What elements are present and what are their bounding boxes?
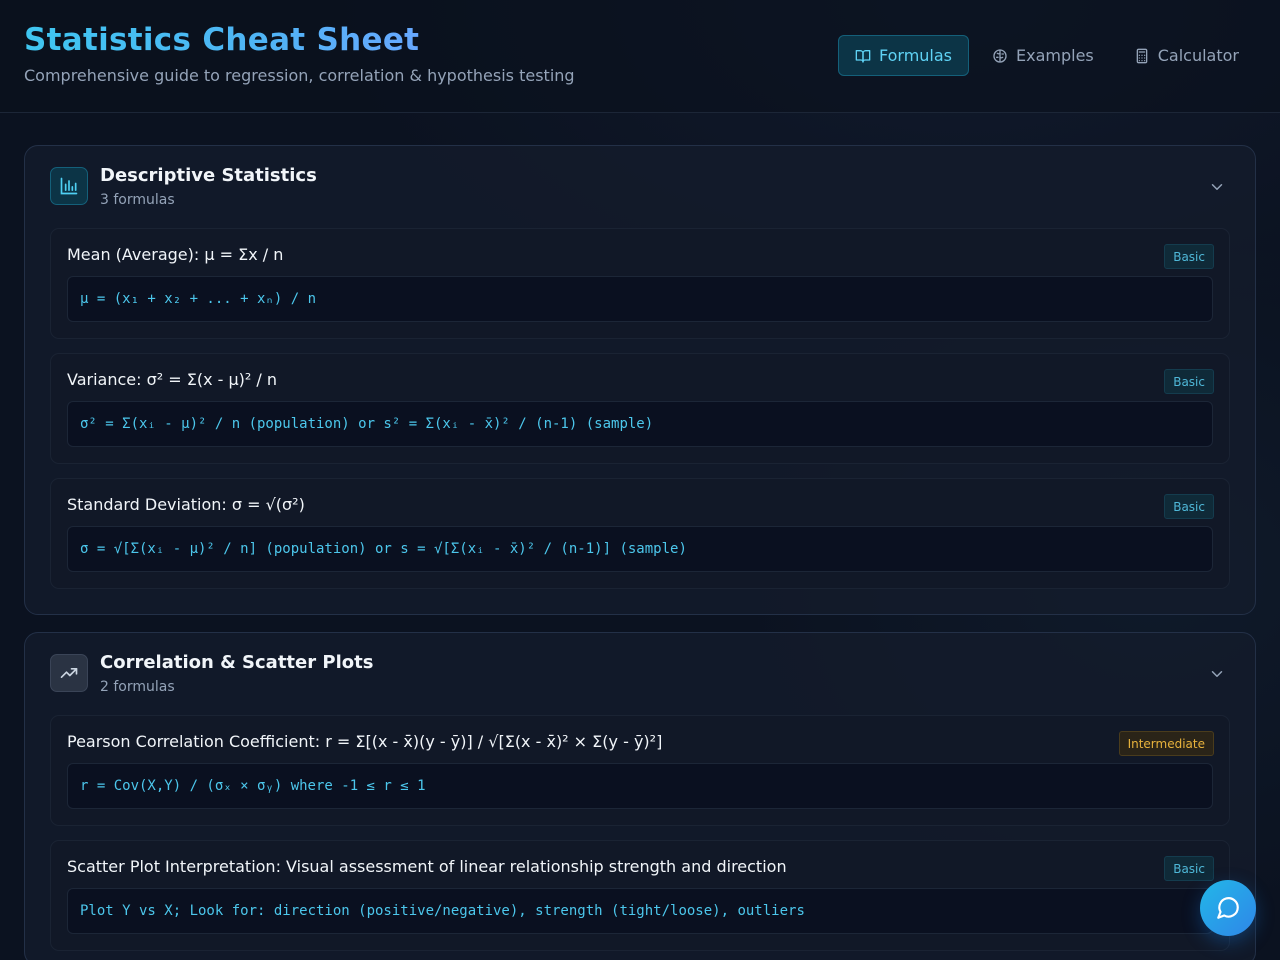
nav-calculator-label: Calculator (1157, 46, 1239, 65)
page-subtitle: Comprehensive guide to regression, corre… (24, 66, 575, 85)
chevron-down-icon[interactable] (1208, 178, 1226, 196)
formula-card-scatter-plot: Scatter Plot Interpretation: Visual asse… (50, 840, 1230, 951)
nav-formulas-button[interactable]: Formulas (837, 35, 969, 76)
calculator-icon (1136, 48, 1148, 63)
nav-calculator-button[interactable]: Calculator (1117, 35, 1256, 76)
section-title: Correlation & Scatter Plots (100, 652, 374, 673)
section-icon-badge (50, 167, 88, 205)
page-header: Statistics Cheat Sheet Comprehensive gui… (0, 0, 1280, 113)
brain-icon (993, 48, 1007, 63)
formula-title: Pearson Correlation Coefficient: r = Σ[(… (67, 732, 663, 751)
section-count: 3 formulas (100, 192, 175, 208)
formula-title: Standard Deviation: σ = √(σ²) (67, 495, 305, 514)
level-badge: Basic (1164, 856, 1214, 881)
chevron-down-icon[interactable] (1208, 665, 1226, 683)
nav-formulas-label: Formulas (878, 46, 952, 65)
book-open-icon (855, 49, 871, 63)
level-badge: Intermediate (1118, 731, 1214, 756)
section-title: Descriptive Statistics (100, 165, 317, 186)
formula-code: r = Cov(X,Y) / (σₓ × σᵧ) where -1 ≤ r ≤ … (67, 763, 1213, 809)
section-header[interactable]: Correlation & Scatter Plots 2 formulas (50, 633, 1230, 715)
formula-card-pearson: Pearson Correlation Coefficient: r = Σ[(… (50, 715, 1230, 826)
formula-title: Mean (Average): μ = Σx / n (67, 245, 284, 264)
level-badge: Basic (1164, 244, 1214, 269)
formula-code: μ = (x₁ + x₂ + ... + xₙ) / n (67, 276, 1213, 322)
section-correlation-scatter-plots: Correlation & Scatter Plots 2 formulas P… (24, 632, 1256, 960)
section-descriptive-statistics: Descriptive Statistics 3 formulas Mean (… (24, 145, 1256, 615)
chat-button[interactable] (1200, 880, 1256, 936)
formula-code: Plot Y vs X; Look for: direction (positi… (67, 888, 1213, 934)
formula-card-mean: Mean (Average): μ = Σx / n Basic μ = (x₁… (50, 228, 1230, 339)
formula-title: Variance: σ² = Σ(x - μ)² / n (67, 370, 278, 389)
formula-card-variance: Variance: σ² = Σ(x - μ)² / n Basic σ² = … (50, 353, 1230, 464)
formula-title: Scatter Plot Interpretation: Visual asse… (67, 857, 787, 876)
main-content: Descriptive Statistics 3 formulas Mean (… (24, 145, 1256, 960)
formula-code: σ = √[Σ(xᵢ - μ)² / n] (population) or s … (67, 526, 1213, 572)
section-header[interactable]: Descriptive Statistics 3 formulas (50, 146, 1230, 228)
formula-code: σ² = Σ(xᵢ - μ)² / n (population) or s² =… (67, 401, 1213, 447)
formula-card-standard-deviation: Standard Deviation: σ = √(σ²) Basic σ = … (50, 478, 1230, 589)
message-circle-icon (1217, 897, 1239, 919)
nav-examples-label: Examples (1016, 46, 1094, 65)
level-badge: Basic (1164, 369, 1214, 394)
section-icon-badge (50, 654, 88, 692)
trending-up-icon (60, 668, 78, 678)
top-nav: Formulas Examples Calculator (837, 35, 1256, 76)
bar-chart-icon (60, 177, 78, 195)
nav-examples-button[interactable]: Examples (975, 35, 1111, 76)
page-title: Statistics Cheat Sheet (24, 22, 420, 58)
level-badge: Basic (1164, 494, 1214, 519)
section-count: 2 formulas (100, 679, 175, 695)
